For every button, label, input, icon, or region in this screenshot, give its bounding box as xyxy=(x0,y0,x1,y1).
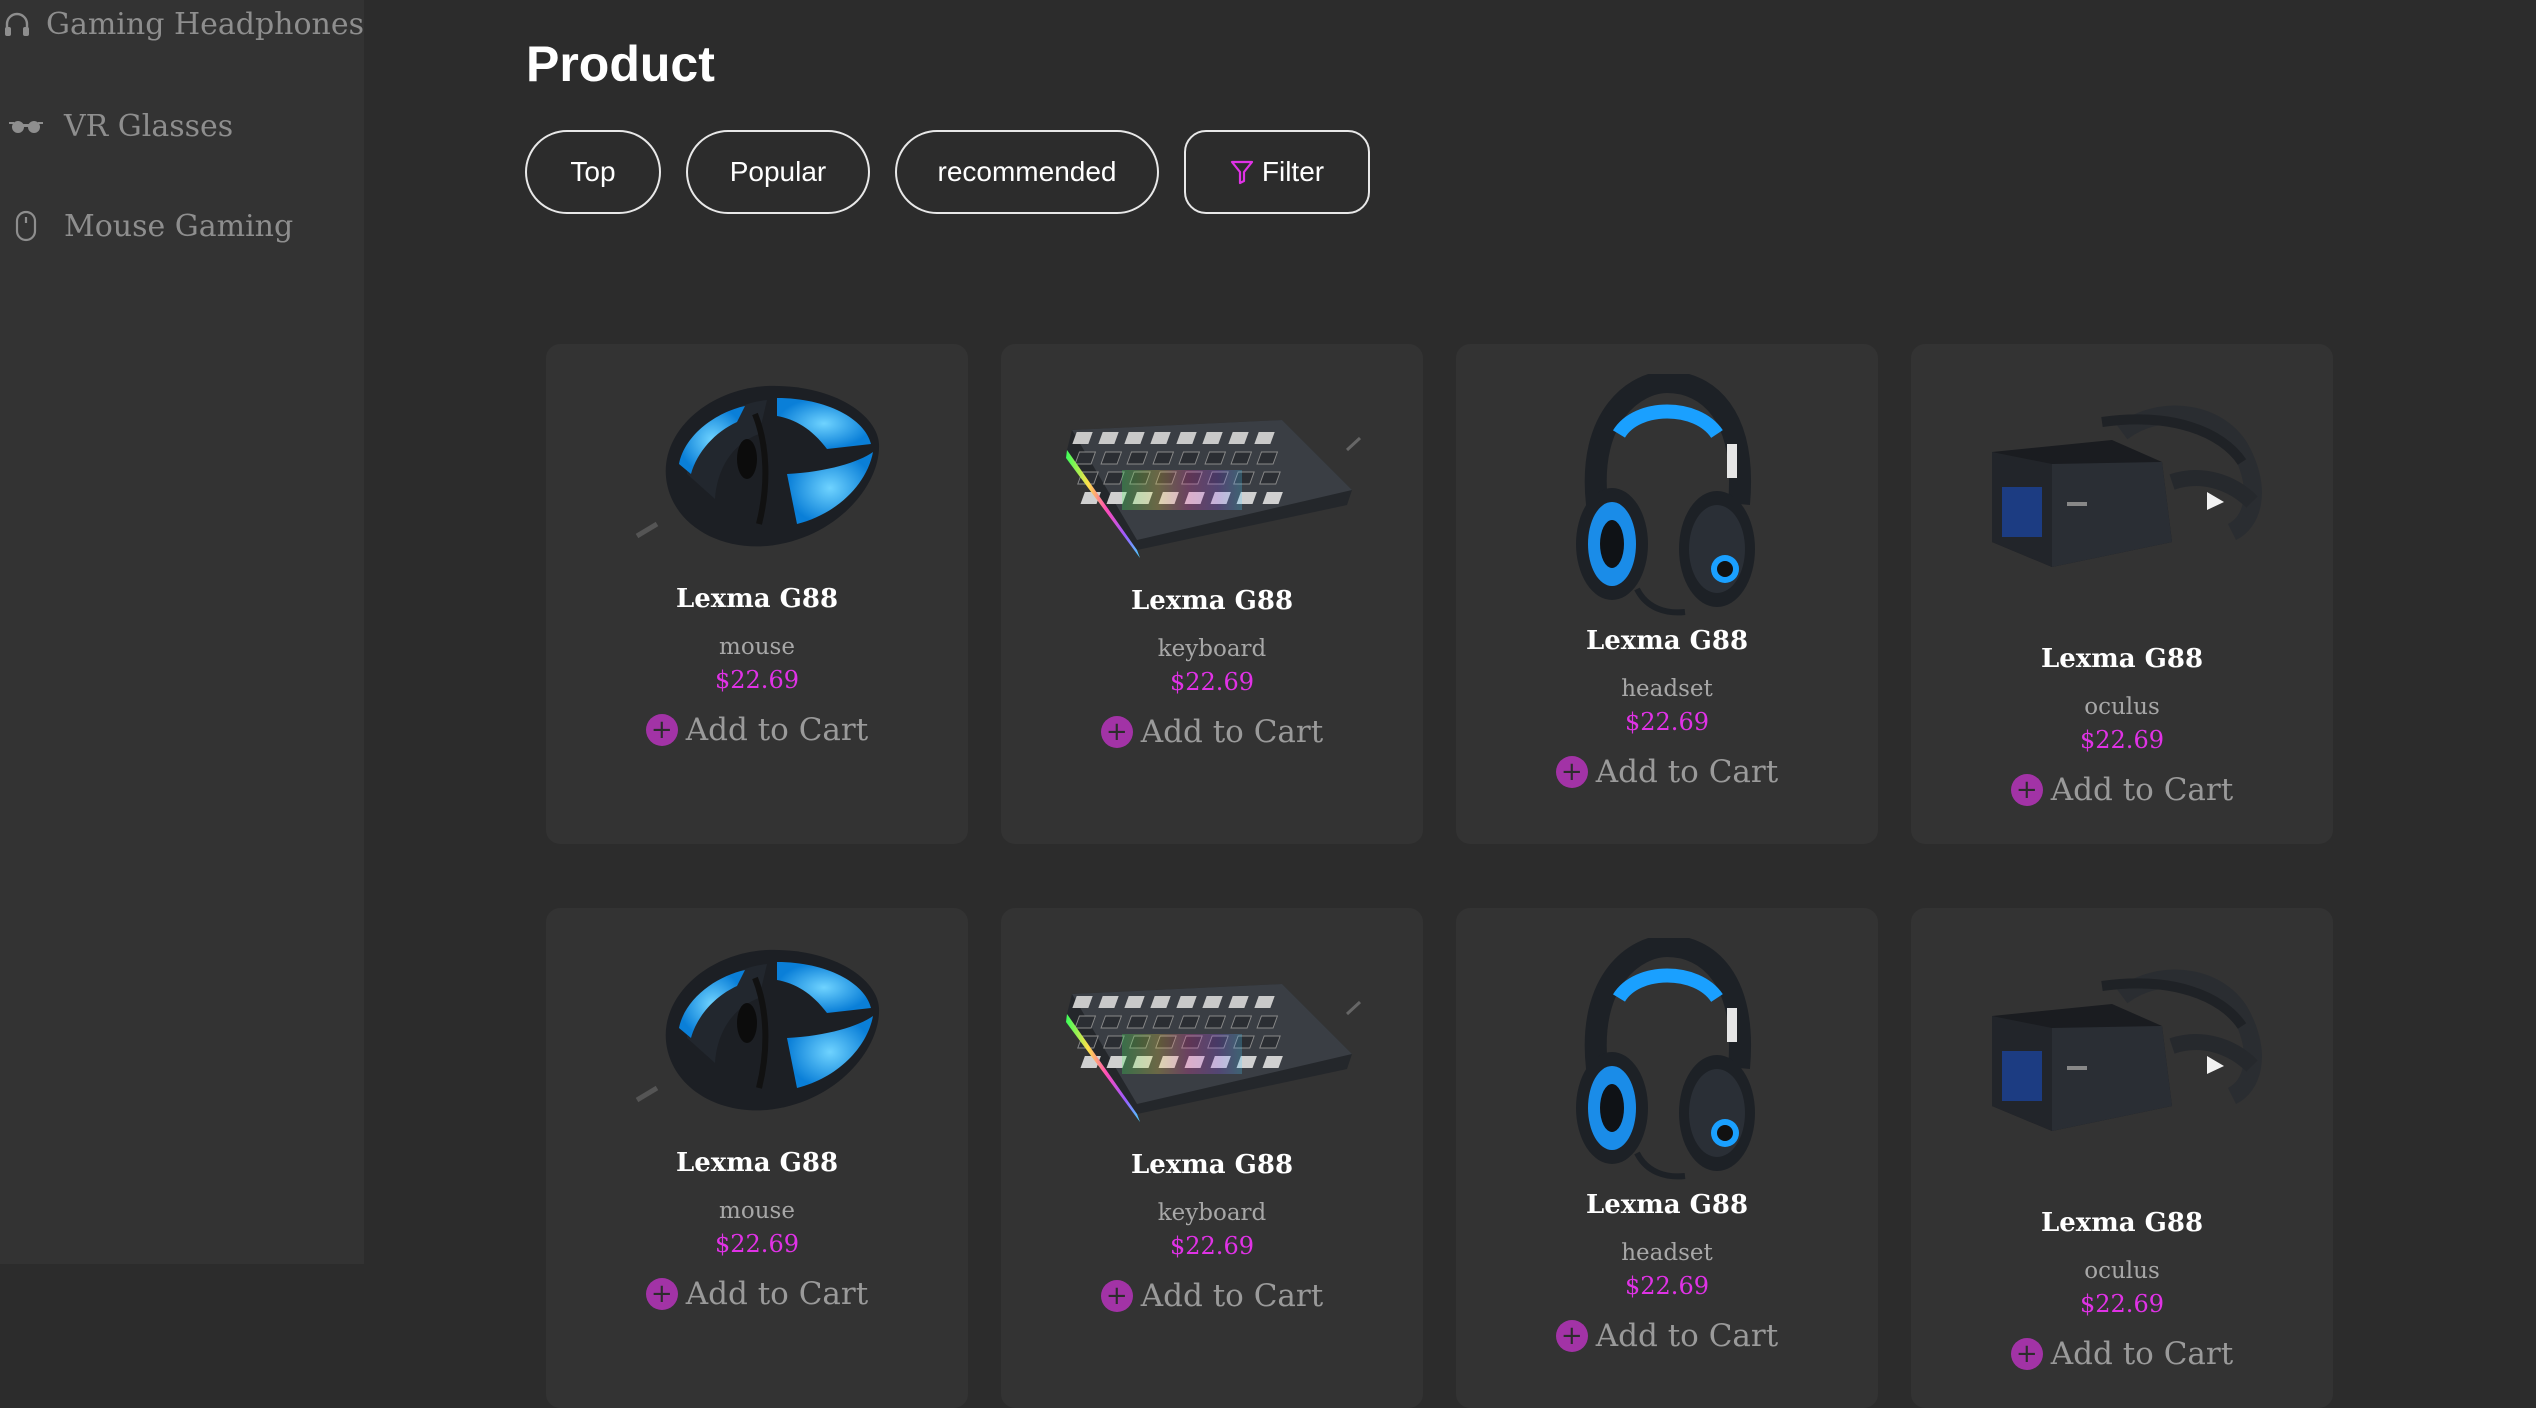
product-card[interactable]: Lexma G88 oculus $22.69 + Add to Cart xyxy=(1911,344,2333,844)
page-title: Product xyxy=(526,36,715,92)
product-category: keyboard xyxy=(1157,636,1267,662)
add-to-cart-label: Add to Cart xyxy=(685,712,869,748)
product-category: oculus xyxy=(2084,1258,2160,1284)
product-price: $22.69 xyxy=(2080,1290,2164,1318)
product-price: $22.69 xyxy=(2080,726,2164,754)
sidebar-item-vr-glasses[interactable]: VR Glasses xyxy=(0,96,364,156)
filter-button[interactable]: Filter xyxy=(1184,130,1370,214)
plus-icon: + xyxy=(2010,1338,2043,1370)
product-image-mouse xyxy=(546,374,968,554)
product-price: $22.69 xyxy=(1170,1232,1254,1260)
product-name: Lexma G88 xyxy=(1585,626,1749,656)
product-image-keyboard xyxy=(1001,954,1423,1134)
product-image-headset xyxy=(1456,938,1878,1188)
product-category: mouse xyxy=(719,1198,795,1224)
plus-icon: + xyxy=(1100,716,1133,748)
product-card[interactable]: Lexma G88 headset $22.69 + Add to Cart xyxy=(1456,908,1878,1408)
product-price: $22.69 xyxy=(715,1230,799,1258)
add-to-cart-button[interactable]: + Add to Cart xyxy=(1911,1336,2333,1372)
add-to-cart-button[interactable]: + Add to Cart xyxy=(1911,772,2333,808)
filter-button-label: Filter xyxy=(1261,156,1325,187)
add-to-cart-button[interactable]: + Add to Cart xyxy=(546,1276,968,1312)
filter-popular-button[interactable]: Popular xyxy=(686,130,870,214)
product-card[interactable]: Lexma G88 mouse $22.69 + Add to Cart xyxy=(546,908,968,1408)
plus-icon: + xyxy=(645,1278,678,1310)
sidebar-item-gaming-headphones[interactable]: Gaming Headphones xyxy=(0,0,364,54)
add-to-cart-button[interactable]: + Add to Cart xyxy=(1456,1318,1878,1354)
product-category: mouse xyxy=(719,634,795,660)
plus-icon: + xyxy=(1100,1280,1133,1312)
product-name: Lexma G88 xyxy=(2040,644,2204,674)
product-category: oculus xyxy=(2084,694,2160,720)
add-to-cart-button[interactable]: + Add to Cart xyxy=(1001,1278,1423,1314)
add-to-cart-button[interactable]: + Add to Cart xyxy=(1456,754,1878,790)
add-to-cart-button[interactable]: + Add to Cart xyxy=(1001,714,1423,750)
add-to-cart-label: Add to Cart xyxy=(2050,1336,2234,1372)
sidebar-item-mouse-gaming[interactable]: Mouse Gaming xyxy=(0,196,364,256)
product-card[interactable]: Lexma G88 mouse $22.69 + Add to Cart xyxy=(546,344,968,844)
sidebar-item-label: Gaming Headphones xyxy=(46,6,365,42)
product-image-mouse xyxy=(546,938,968,1118)
product-card[interactable]: Lexma G88 headset $22.69 + Add to Cart xyxy=(1456,344,1878,844)
product-price: $22.69 xyxy=(715,666,799,694)
product-category: headset xyxy=(1621,1240,1713,1266)
product-card[interactable]: Lexma G88 oculus $22.69 + Add to Cart xyxy=(1911,908,2333,1408)
product-price: $22.69 xyxy=(1625,708,1709,736)
vr-glasses-icon xyxy=(2,102,50,150)
sidebar-item-label: Mouse Gaming xyxy=(64,208,294,244)
product-card[interactable]: Lexma G88 keyboard $22.69 + Add to Cart xyxy=(1001,344,1423,844)
add-to-cart-label: Add to Cart xyxy=(1595,754,1779,790)
product-image-headset xyxy=(1456,374,1878,624)
add-to-cart-label: Add to Cart xyxy=(1140,1278,1324,1314)
product-name: Lexma G88 xyxy=(1130,1150,1294,1180)
product-name: Lexma G88 xyxy=(1585,1190,1749,1220)
product-category: keyboard xyxy=(1157,1200,1267,1226)
sidebar: Gaming Headphones VR Glasses Mouse Gamin… xyxy=(0,0,364,1264)
product-category: headset xyxy=(1621,676,1713,702)
product-name: Lexma G88 xyxy=(675,1148,839,1178)
headphones-icon xyxy=(2,0,32,48)
product-image-vr-headset xyxy=(1911,392,2333,592)
mouse-icon xyxy=(2,202,50,250)
add-to-cart-label: Add to Cart xyxy=(1595,1318,1779,1354)
product-name: Lexma G88 xyxy=(675,584,839,614)
product-name: Lexma G88 xyxy=(1130,586,1294,616)
plus-icon: + xyxy=(645,714,678,746)
add-to-cart-label: Add to Cart xyxy=(685,1276,869,1312)
filter-recommended-button[interactable]: recommended xyxy=(895,130,1159,214)
add-to-cart-button[interactable]: + Add to Cart xyxy=(546,712,968,748)
product-price: $22.69 xyxy=(1170,668,1254,696)
main-content: Product Top Popular recommended Filter L… xyxy=(364,0,2536,1408)
sidebar-item-label: VR Glasses xyxy=(64,108,234,144)
plus-icon: + xyxy=(1555,756,1588,788)
product-name: Lexma G88 xyxy=(2040,1208,2204,1238)
product-image-keyboard xyxy=(1001,390,1423,570)
plus-icon: + xyxy=(2010,774,2043,806)
product-image-vr-headset xyxy=(1911,956,2333,1156)
product-card[interactable]: Lexma G88 keyboard $22.69 + Add to Cart xyxy=(1001,908,1423,1408)
funnel-icon xyxy=(1230,159,1254,185)
filter-top-button[interactable]: Top xyxy=(525,130,661,214)
product-price: $22.69 xyxy=(1625,1272,1709,1300)
add-to-cart-label: Add to Cart xyxy=(2050,772,2234,808)
add-to-cart-label: Add to Cart xyxy=(1140,714,1324,750)
plus-icon: + xyxy=(1555,1320,1588,1352)
